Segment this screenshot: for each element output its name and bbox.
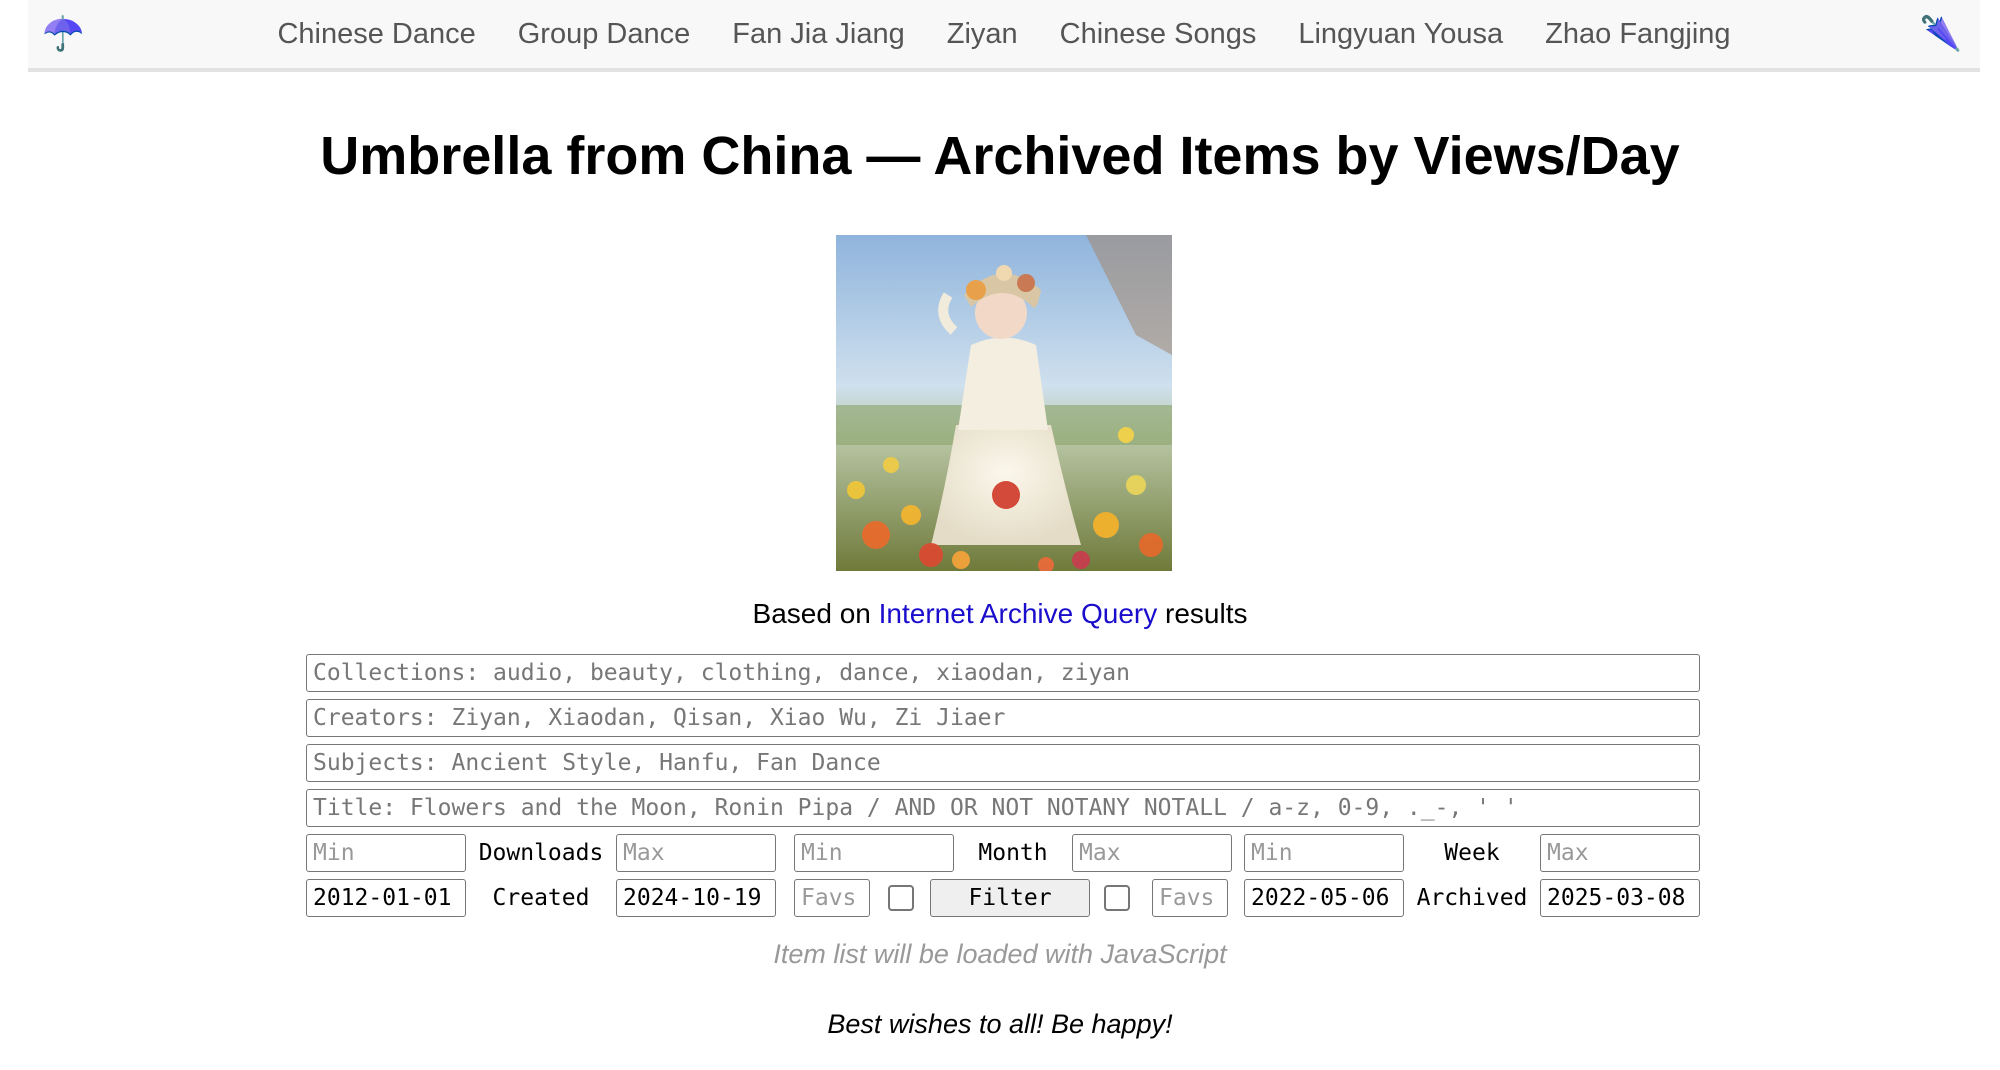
query-suffix: results xyxy=(1165,598,1248,629)
month-max-input[interactable] xyxy=(1072,834,1232,872)
downloads-max-input[interactable] xyxy=(616,834,776,872)
closed-umbrella-icon[interactable]: 🌂 xyxy=(1920,14,1962,54)
nav-link-chinese-songs[interactable]: Chinese Songs xyxy=(1039,18,1278,51)
nav-link-ziyan[interactable]: Ziyan xyxy=(926,18,1039,51)
navbar: ☂️ Chinese Dance Group Dance Fan Jia Jia… xyxy=(28,0,1980,72)
creators-input[interactable] xyxy=(306,699,1700,737)
page-title: Umbrella from China — Archived Items by … xyxy=(320,126,1680,186)
item-list-placeholder: Item list will be loaded with JavaScript xyxy=(773,939,1227,969)
footer-message: Best wishes to all! Be happy! xyxy=(827,1009,1173,1039)
nav-link-group-dance[interactable]: Group Dance xyxy=(497,18,712,51)
counts-row: Downloads Month Week xyxy=(306,834,1700,872)
filter-form: Downloads Month Week Created Filter Arch… xyxy=(306,654,1700,924)
internet-archive-query-link[interactable]: Internet Archive Query xyxy=(879,598,1158,629)
month-label: Month xyxy=(978,840,1048,866)
week-min-input[interactable] xyxy=(1244,834,1404,872)
query-prefix: Based on xyxy=(752,598,871,629)
favs-left-checkbox[interactable] xyxy=(888,885,914,911)
month-min-input[interactable] xyxy=(794,834,954,872)
nav-link-lingyuan-yousa[interactable]: Lingyuan Yousa xyxy=(1277,18,1524,51)
title-input[interactable] xyxy=(306,789,1700,827)
downloads-label: Downloads xyxy=(478,840,604,866)
archived-label: Archived xyxy=(1416,885,1528,911)
filter-button[interactable]: Filter xyxy=(930,879,1090,917)
created-from-input[interactable] xyxy=(306,879,466,917)
nav-link-chinese-dance[interactable]: Chinese Dance xyxy=(256,18,496,51)
favs-left-input[interactable] xyxy=(794,879,870,917)
dates-row: Created Filter Archived xyxy=(306,879,1700,917)
archived-to-input[interactable] xyxy=(1540,879,1700,917)
hero-image xyxy=(836,235,1172,571)
subjects-input[interactable] xyxy=(306,744,1700,782)
nav-link-fan-jia-jiang[interactable]: Fan Jia Jiang xyxy=(711,18,926,51)
collections-input[interactable] xyxy=(306,654,1700,692)
week-label: Week xyxy=(1444,840,1500,866)
archived-from-input[interactable] xyxy=(1244,879,1404,917)
favs-right-input[interactable] xyxy=(1152,879,1228,917)
created-label: Created xyxy=(492,885,590,911)
created-to-input[interactable] xyxy=(616,879,776,917)
query-description: Based on Internet Archive Query results xyxy=(0,594,2000,634)
week-max-input[interactable] xyxy=(1540,834,1700,872)
nav-links: Chinese Dance Group Dance Fan Jia Jiang … xyxy=(28,0,1980,68)
favs-right-checkbox[interactable] xyxy=(1104,885,1130,911)
downloads-min-input[interactable] xyxy=(306,834,466,872)
nav-link-zhao-fangjing[interactable]: Zhao Fangjing xyxy=(1524,18,1751,51)
